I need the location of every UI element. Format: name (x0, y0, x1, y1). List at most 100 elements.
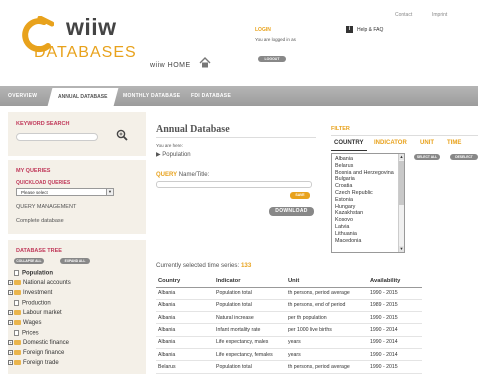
selected-series-label: Currently selected time series: 133 (156, 262, 251, 269)
table-row[interactable]: Albania Population total th persons, end o… (156, 299, 422, 313)
table-row[interactable]: Albania Life expectancy, males years 1990 -… (156, 336, 422, 349)
collapse-all-button[interactable]: COLLAPSE ALL (14, 258, 44, 264)
nav-fdi-database[interactable]: FDI DATABASE (191, 86, 231, 106)
contact-link[interactable]: Contact (395, 12, 412, 18)
download-button[interactable]: DOWNLOAD (269, 207, 314, 216)
imprint-link[interactable]: Imprint (432, 12, 447, 18)
nav-annual-database[interactable]: ANNUAL DATABASE (47, 88, 119, 106)
expand-plus-icon[interactable]: + (8, 340, 13, 345)
tree-item-label: Production (22, 300, 51, 307)
expand-plus-icon[interactable]: + (8, 280, 13, 285)
deselect-button[interactable]: DESELECT (450, 154, 478, 160)
tree-item[interactable]: Population (8, 270, 53, 279)
filter-title: FILTER (331, 126, 350, 132)
tab-indicator[interactable]: INDICATOR (374, 140, 407, 146)
column-header-country[interactable]: Country (156, 276, 214, 288)
country-option[interactable]: Kosovo (332, 217, 404, 224)
country-option[interactable]: Bulgaria (332, 176, 404, 183)
table-row[interactable]: Albania Life expectancy, females years 1990… (156, 348, 422, 362)
tab-time[interactable]: TIME (447, 140, 461, 146)
country-option[interactable]: Estonia (332, 197, 404, 204)
expand-all-button[interactable]: EXPAND ALL (60, 258, 90, 264)
logo-word[interactable]: wiiw (66, 14, 117, 41)
tree-item[interactable]: Prices (8, 330, 39, 339)
chevron-down-icon[interactable]: ▼ (106, 189, 113, 195)
country-option[interactable]: Croatia (332, 183, 404, 190)
folder-icon (14, 360, 21, 365)
query-name-input[interactable] (156, 181, 312, 188)
country-list-scrollbar[interactable]: ▲ ▼ (398, 154, 404, 252)
tree-item[interactable]: + Investment (8, 290, 52, 299)
save-query-button[interactable]: SAVE (290, 192, 310, 199)
tree-item[interactable]: Production (8, 300, 51, 309)
tree-item-label: Foreign finance (23, 350, 65, 357)
quickload-select[interactable]: Please select ▼ (16, 188, 114, 196)
query-name-rest: Name/Title: (177, 172, 210, 178)
country-option[interactable]: Macedonia (332, 238, 404, 245)
nav-monthly-database[interactable]: MONTHLY DATABASE (123, 86, 180, 106)
country-option[interactable]: Latvia (332, 224, 404, 231)
scroll-down-icon[interactable]: ▼ (399, 246, 404, 252)
table-cell: per th population (286, 311, 368, 325)
tree-item[interactable]: + Labour market (8, 310, 62, 319)
tab-unit[interactable]: UNIT (420, 140, 434, 146)
expand-plus-icon[interactable]: + (8, 350, 13, 355)
document-icon (14, 300, 19, 306)
scroll-up-icon[interactable]: ▲ (399, 154, 404, 160)
home-icon[interactable] (199, 57, 211, 68)
time-series-table: Country Indicator Unit Availability Alba… (156, 276, 422, 374)
expand-plus-icon[interactable]: + (8, 320, 13, 325)
wiiw-home-link[interactable]: wiiw HOME (150, 62, 191, 69)
breadcrumb[interactable]: ▶ Population (156, 151, 191, 158)
table-cell: Natural increase (214, 311, 286, 325)
table-cell: 1989 - 2015 (368, 299, 422, 313)
logout-button[interactable]: LOGOUT (258, 56, 286, 62)
table-row[interactable]: Albania Natural increase per th population… (156, 311, 422, 325)
country-option[interactable]: Czech Republic (332, 190, 404, 197)
table-cell: per 1000 live births (286, 323, 368, 337)
country-option[interactable]: Hungary (332, 204, 404, 211)
table-cell: th persons, period average (286, 287, 368, 300)
scrollbar-thumb[interactable] (399, 161, 404, 205)
expand-plus-icon[interactable]: + (8, 290, 13, 295)
keyword-search-title: KEYWORD SEARCH (16, 121, 70, 127)
tree-item-label: Wages (23, 320, 42, 327)
table-row[interactable]: Albania Infant mortality rate per 1000 liv… (156, 323, 422, 337)
country-option[interactable]: Belarus (332, 163, 404, 170)
table-cell: Albania (156, 299, 214, 313)
country-option[interactable]: Kazakhstan (332, 210, 404, 217)
tab-country[interactable]: COUNTRY (334, 140, 363, 146)
help-faq-link[interactable]: Help & FAQ (357, 27, 383, 33)
country-option[interactable]: Lithuania (332, 231, 404, 238)
expand-plus-icon[interactable]: + (8, 360, 13, 365)
select-all-button[interactable]: SELECT ALL (414, 154, 440, 160)
tree-item[interactable]: + Foreign finance (8, 350, 64, 359)
table-cell: Albania (156, 311, 214, 325)
tree-item[interactable]: + National accounts (8, 280, 71, 289)
keyword-search-input[interactable] (16, 133, 98, 141)
database-tree-title: DATABASE TREE (16, 248, 62, 254)
column-header-availability[interactable]: Availability (368, 276, 422, 288)
table-cell: Albania (156, 323, 214, 337)
country-option[interactable]: Albania (332, 156, 404, 163)
column-header-unit[interactable]: Unit (286, 276, 368, 288)
table-cell: 1990 - 2014 (368, 323, 422, 337)
complete-database-link[interactable]: Complete database (16, 218, 64, 224)
tree-item-label: Investment (23, 290, 53, 297)
tree-item[interactable]: + Domestic finance (8, 340, 69, 349)
info-icon[interactable]: i (346, 26, 353, 33)
filter-divider (331, 135, 478, 136)
table-cell: 1990 - 2015 (368, 311, 422, 325)
search-icon[interactable] (116, 129, 128, 141)
country-option[interactable]: Bosnia and Herzegovina (332, 170, 404, 177)
query-management-link[interactable]: QUERY MANAGEMENT (16, 204, 76, 210)
country-listbox[interactable]: Albania Belarus Bosnia and Herzegovina Bulg… (331, 153, 405, 253)
expand-plus-icon[interactable]: + (8, 310, 13, 315)
tree-item[interactable]: + Wages (8, 320, 41, 329)
table-row[interactable]: Belarus Population total th persons, perio… (156, 360, 422, 374)
nav-overview[interactable]: OVERVIEW (8, 86, 37, 106)
tree-item[interactable]: + Foreign trade (8, 360, 59, 369)
table-row[interactable]: Albania Population total th persons, perio… (156, 287, 422, 300)
tree-item-label: Population (22, 270, 53, 277)
column-header-indicator[interactable]: Indicator (214, 276, 286, 288)
